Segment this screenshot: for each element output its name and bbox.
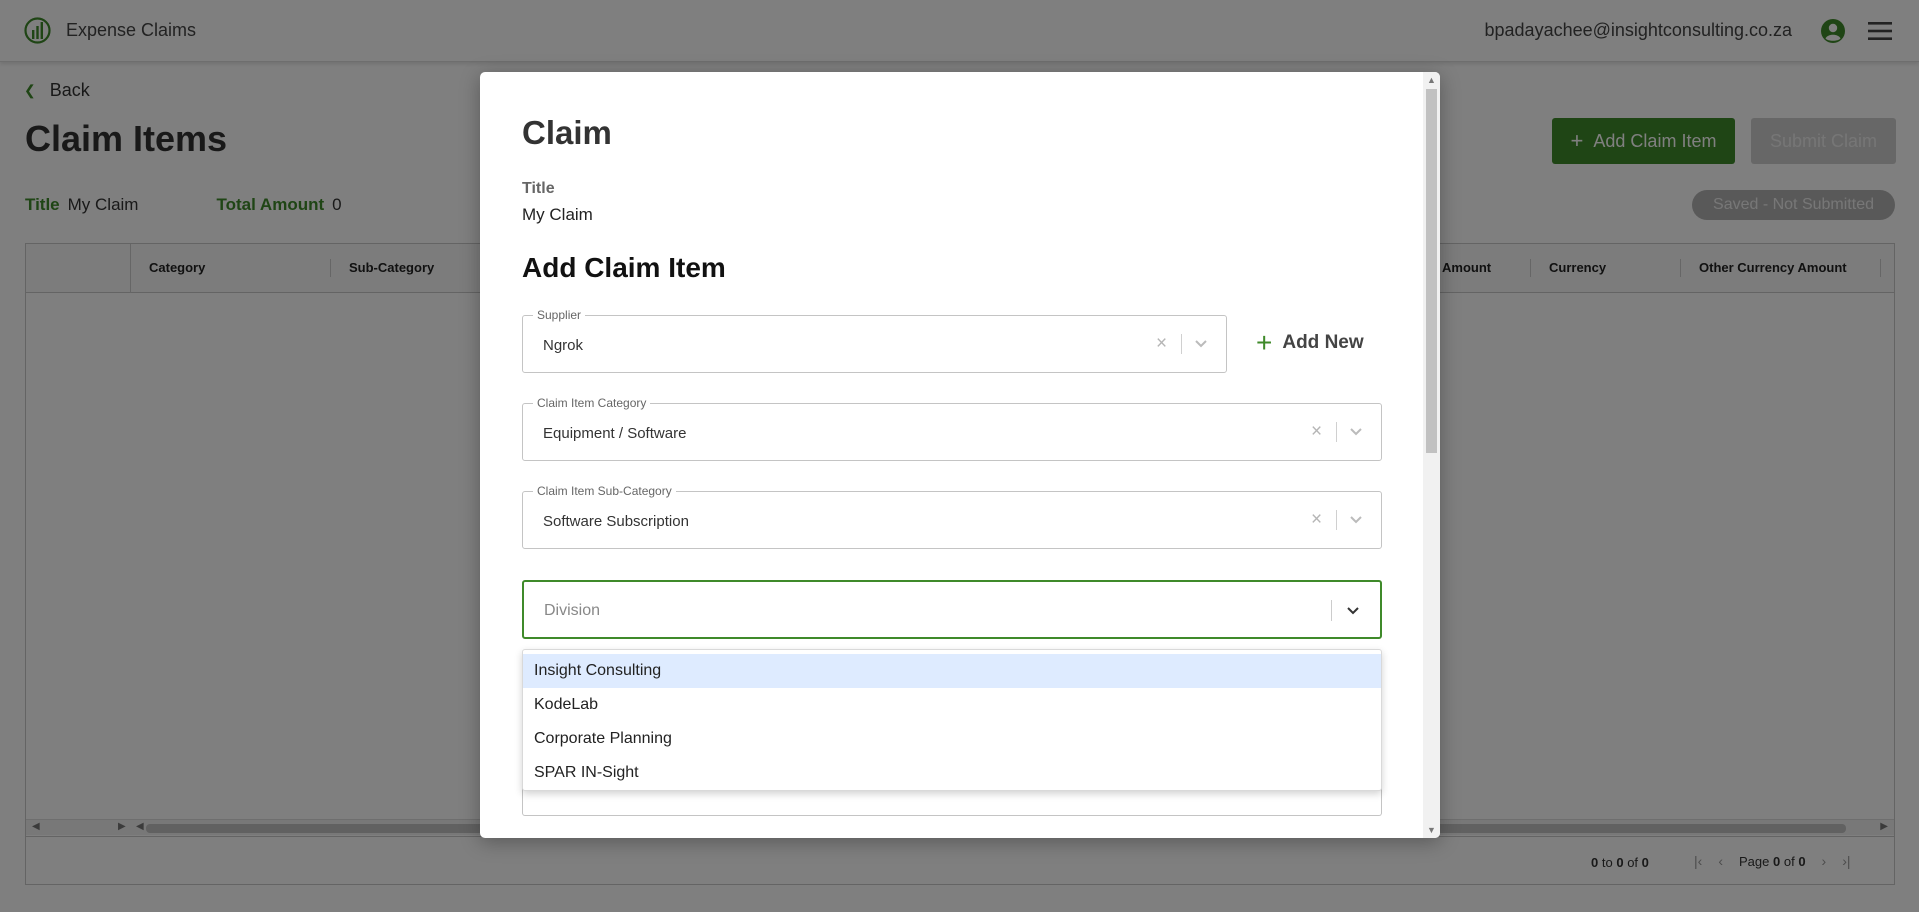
category-legend: Claim Item Category bbox=[533, 396, 651, 410]
indicator-separator bbox=[1336, 422, 1337, 442]
supplier-value: Ngrok bbox=[543, 337, 584, 354]
add-new-supplier-button[interactable]: + Add New bbox=[1256, 327, 1364, 358]
plus-icon: + bbox=[1256, 327, 1273, 358]
modal-heading: Claim bbox=[522, 114, 612, 151]
division-option[interactable]: SPAR IN-Sight bbox=[523, 756, 1381, 790]
modal-title-value: My Claim bbox=[522, 205, 593, 224]
claim-item-sub-category-select[interactable]: Claim Item Sub-Category Software Subscri… bbox=[522, 484, 1382, 549]
modal-scrollbar[interactable]: ▲ ▼ bbox=[1423, 72, 1440, 838]
supplier-legend: Supplier bbox=[533, 308, 586, 322]
add-new-label: Add New bbox=[1282, 332, 1364, 353]
supplier-select[interactable]: Supplier Ngrok × bbox=[522, 308, 1227, 373]
indicator-separator bbox=[1336, 510, 1337, 530]
division-option[interactable]: Insight Consulting bbox=[523, 654, 1381, 688]
clear-icon[interactable]: × bbox=[1311, 421, 1322, 443]
clear-icon[interactable]: × bbox=[1311, 509, 1322, 531]
claim-item-category-select[interactable]: Claim Item Category Equipment / Software… bbox=[522, 396, 1382, 461]
scroll-down-icon[interactable]: ▼ bbox=[1427, 825, 1436, 835]
indicator-separator bbox=[1181, 334, 1182, 354]
chevron-down-icon[interactable] bbox=[1349, 512, 1363, 526]
division-placeholder: Division bbox=[544, 602, 601, 619]
indicator-separator bbox=[1331, 600, 1332, 621]
division-options-menu: Insight Consulting KodeLab Corporate Pla… bbox=[522, 649, 1382, 791]
clear-icon[interactable]: × bbox=[1156, 333, 1167, 355]
division-option[interactable]: KodeLab bbox=[523, 688, 1381, 722]
modal-title-label: Title bbox=[522, 180, 555, 197]
sub-category-legend: Claim Item Sub-Category bbox=[533, 484, 676, 498]
category-value: Equipment / Software bbox=[543, 425, 687, 442]
claim-modal: Claim Title My Claim Add Claim Item Supp… bbox=[480, 72, 1440, 838]
sub-category-value: Software Subscription bbox=[543, 513, 689, 530]
scrollbar-thumb[interactable] bbox=[1426, 89, 1437, 453]
chevron-down-icon[interactable] bbox=[1349, 424, 1363, 438]
chevron-down-icon[interactable] bbox=[1346, 603, 1360, 617]
add-claim-item-heading: Add Claim Item bbox=[522, 252, 726, 283]
chevron-down-icon[interactable] bbox=[1194, 336, 1208, 350]
division-select[interactable]: Division bbox=[522, 580, 1382, 639]
division-option[interactable]: Corporate Planning bbox=[523, 722, 1381, 756]
scroll-up-icon[interactable]: ▲ bbox=[1427, 75, 1436, 85]
